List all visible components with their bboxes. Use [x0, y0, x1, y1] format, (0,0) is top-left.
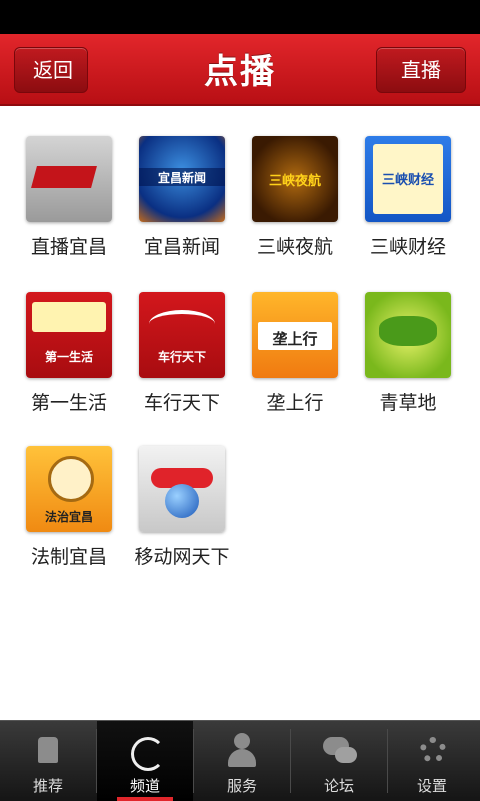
channel-label: 三峡夜航 [256, 236, 333, 258]
channel-item-sanxia-yehang[interactable]: 三峡夜航 三峡夜航 [240, 136, 350, 259]
channel-item-longshangxing[interactable]: 垄上行 垄上行 [240, 292, 350, 415]
person-icon [222, 731, 262, 771]
channel-thumbnail: 垄上行 [252, 292, 338, 378]
tile-caption: 宜昌新闻 [157, 171, 206, 185]
tab-label: 频道 [129, 777, 160, 795]
channel-label: 法制宜昌 [30, 546, 107, 568]
channel-label: 宜昌新闻 [143, 236, 220, 258]
channel-label: 直播宜昌 [30, 236, 107, 258]
gear-icon [412, 731, 452, 771]
tile-caption: 三峡财经 [381, 173, 434, 188]
tile-caption: 车行天下 [157, 350, 206, 364]
tab-services[interactable]: 服务 [194, 721, 290, 801]
thumbs-up-icon [28, 731, 68, 771]
tab-label: 设置 [416, 777, 447, 795]
tab-forum[interactable]: 论坛 [291, 721, 387, 801]
tab-label: 服务 [226, 777, 257, 795]
tile-caption: 第一生活 [44, 350, 93, 364]
channel-label: 三峡财经 [369, 236, 446, 258]
channel-thumbnail: 三峡夜航 [252, 136, 338, 222]
bottom-tab-bar: 推荐 频道 服务 论坛 设置 [0, 720, 480, 801]
tab-label: 论坛 [323, 777, 354, 795]
channel-item-yidongwang-tianxia[interactable]: 移动网天下 [127, 446, 237, 569]
chat-bubbles-icon [319, 731, 359, 771]
channel-item-zhibo-yichang[interactable]: 直播宜昌 [14, 136, 124, 259]
channel-thumbnail [26, 136, 112, 222]
channel-label: 青草地 [379, 392, 437, 414]
tab-channels[interactable]: 频道 [97, 721, 193, 801]
tile-caption: 垄上行 [272, 330, 318, 348]
channel-label: 车行天下 [143, 392, 220, 414]
channel-item-diyi-shenghuo[interactable]: 第一生活 第一生活 [14, 292, 124, 415]
channel-label: 垄上行 [266, 392, 324, 414]
tab-settings[interactable]: 设置 [384, 721, 480, 801]
title-bar: 返回 点播 直播 [0, 34, 480, 106]
channel-thumbnail: 法治宜昌 [26, 446, 112, 532]
channel-label: 移动网天下 [134, 546, 230, 568]
channel-thumbnail: 第一生活 [26, 292, 112, 378]
tab-recommend[interactable]: 推荐 [0, 721, 96, 801]
channel-item-yichang-news[interactable]: 宜昌新闻 宜昌新闻 [127, 136, 237, 259]
channel-thumbnail: 宜昌新闻 [139, 136, 225, 222]
channel-label: 第一生活 [30, 392, 107, 414]
channel-thumbnail: 三峡财经 [365, 136, 451, 222]
channel-thumbnail [139, 446, 225, 532]
tab-label: 推荐 [32, 777, 63, 795]
channel-item-chexing-tianxia[interactable]: 车行天下 车行天下 [127, 292, 237, 415]
channel-thumbnail: 车行天下 [139, 292, 225, 378]
tile-caption: 法治宜昌 [44, 510, 93, 524]
channel-item-fazhi-yichang[interactable]: 法治宜昌 法制宜昌 [14, 446, 124, 569]
channel-item-qingcaodi[interactable]: 青草地 [353, 292, 463, 415]
channel-item-sanxia-caijing[interactable]: 三峡财经 三峡财经 [353, 136, 463, 259]
status-bar [0, 0, 480, 34]
channel-thumbnail [365, 292, 451, 378]
live-button[interactable]: 直播 [376, 47, 466, 93]
satellite-dish-icon [125, 731, 165, 771]
tile-caption: 三峡夜航 [268, 174, 321, 189]
